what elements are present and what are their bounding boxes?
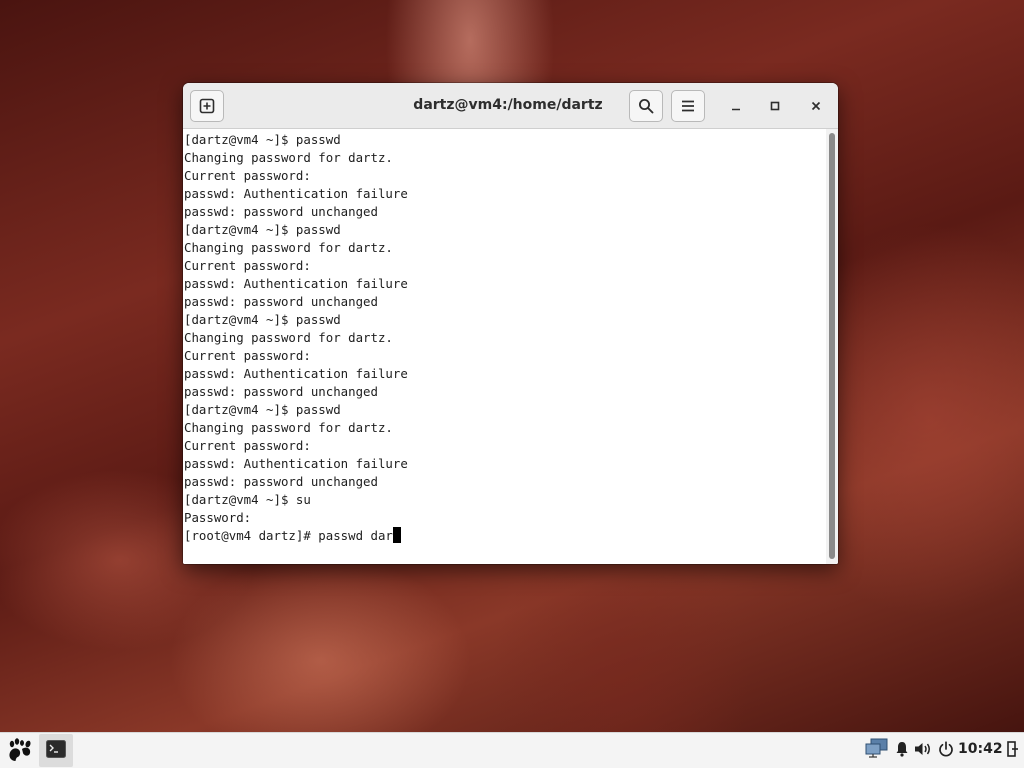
close-button[interactable] [804,94,828,118]
close-icon [810,97,822,116]
maximize-button[interactable] [763,94,787,118]
taskbar-clock[interactable]: 10:42 [958,741,1003,757]
minimize-button[interactable] [724,94,748,118]
terminal-line: Changing password for dartz. [184,330,393,345]
terminal-line: passwd: Authentication failure [184,276,408,291]
taskbar-terminal-button[interactable] [39,734,73,767]
terminal-line: passwd: Authentication failure [184,456,408,471]
taskbar: 10:42 [0,732,1024,768]
maximize-icon [769,97,781,116]
terminal-line: [dartz@vm4 ~]$ passwd [184,402,341,417]
notifications-button[interactable] [893,741,911,761]
terminal-line: [dartz@vm4 ~]$ su [184,492,311,507]
text-cursor [392,527,401,543]
minimize-icon [730,97,742,116]
window-title: dartz@vm4:/home/dartz [413,97,603,113]
terminal-line: Current password: [184,258,311,273]
terminal-line: passwd: password unchanged [184,384,378,399]
terminal-line: Changing password for dartz. [184,240,393,255]
search-button[interactable] [629,90,663,122]
terminal-window[interactable]: dartz@vm4:/home/dartz [dartz@vm4 ~]$ pas… [183,83,838,564]
window-titlebar[interactable]: dartz@vm4:/home/dartz [183,83,838,129]
terminal-line: Changing password for dartz. [184,420,393,435]
new-tab-button[interactable] [190,90,224,122]
bell-icon [895,741,909,761]
applications-menu-button[interactable] [3,734,35,767]
terminal-scrollbar[interactable] [826,129,838,564]
scrollbar-thumb[interactable] [829,133,835,559]
terminal-line: Changing password for dartz. [184,150,393,165]
terminal-line: [dartz@vm4 ~]$ passwd [184,312,341,327]
hamburger-menu-icon [680,98,696,114]
volume-button[interactable] [913,741,933,761]
power-button[interactable] [936,741,956,761]
network-icon [865,738,889,762]
terminal-line: Password: [184,510,252,525]
terminal-line: passwd: password unchanged [184,294,378,309]
terminal-line: passwd: password unchanged [184,474,378,489]
gnome-foot-icon [5,735,33,767]
user-switch-button[interactable] [1005,741,1021,761]
terminal-line: passwd: password unchanged [184,204,378,219]
terminal-line: Current password: [184,348,311,363]
new-tab-icon [199,98,215,114]
terminal-prompt-text: [root@vm4 dartz]# passwd dar [184,528,393,543]
terminal-icon [46,739,66,762]
terminal-line: Current password: [184,168,311,183]
terminal-line: Current password: [184,438,311,453]
terminal-line: passwd: Authentication failure [184,186,408,201]
menu-button[interactable] [671,90,705,122]
terminal-input-line[interactable]: [root@vm4 dartz]# passwd dar [183,527,826,545]
power-icon [938,741,954,761]
terminal-line: [dartz@vm4 ~]$ passwd [184,222,341,237]
search-icon [638,98,654,114]
volume-icon [914,741,932,761]
network-status-button[interactable] [864,738,890,762]
user-switch-icon [1007,741,1019,761]
terminal-line: passwd: Authentication failure [184,366,408,381]
terminal-output[interactable]: [dartz@vm4 ~]$ passwd Changing password f… [183,129,826,564]
terminal-line: [dartz@vm4 ~]$ passwd [184,132,341,147]
